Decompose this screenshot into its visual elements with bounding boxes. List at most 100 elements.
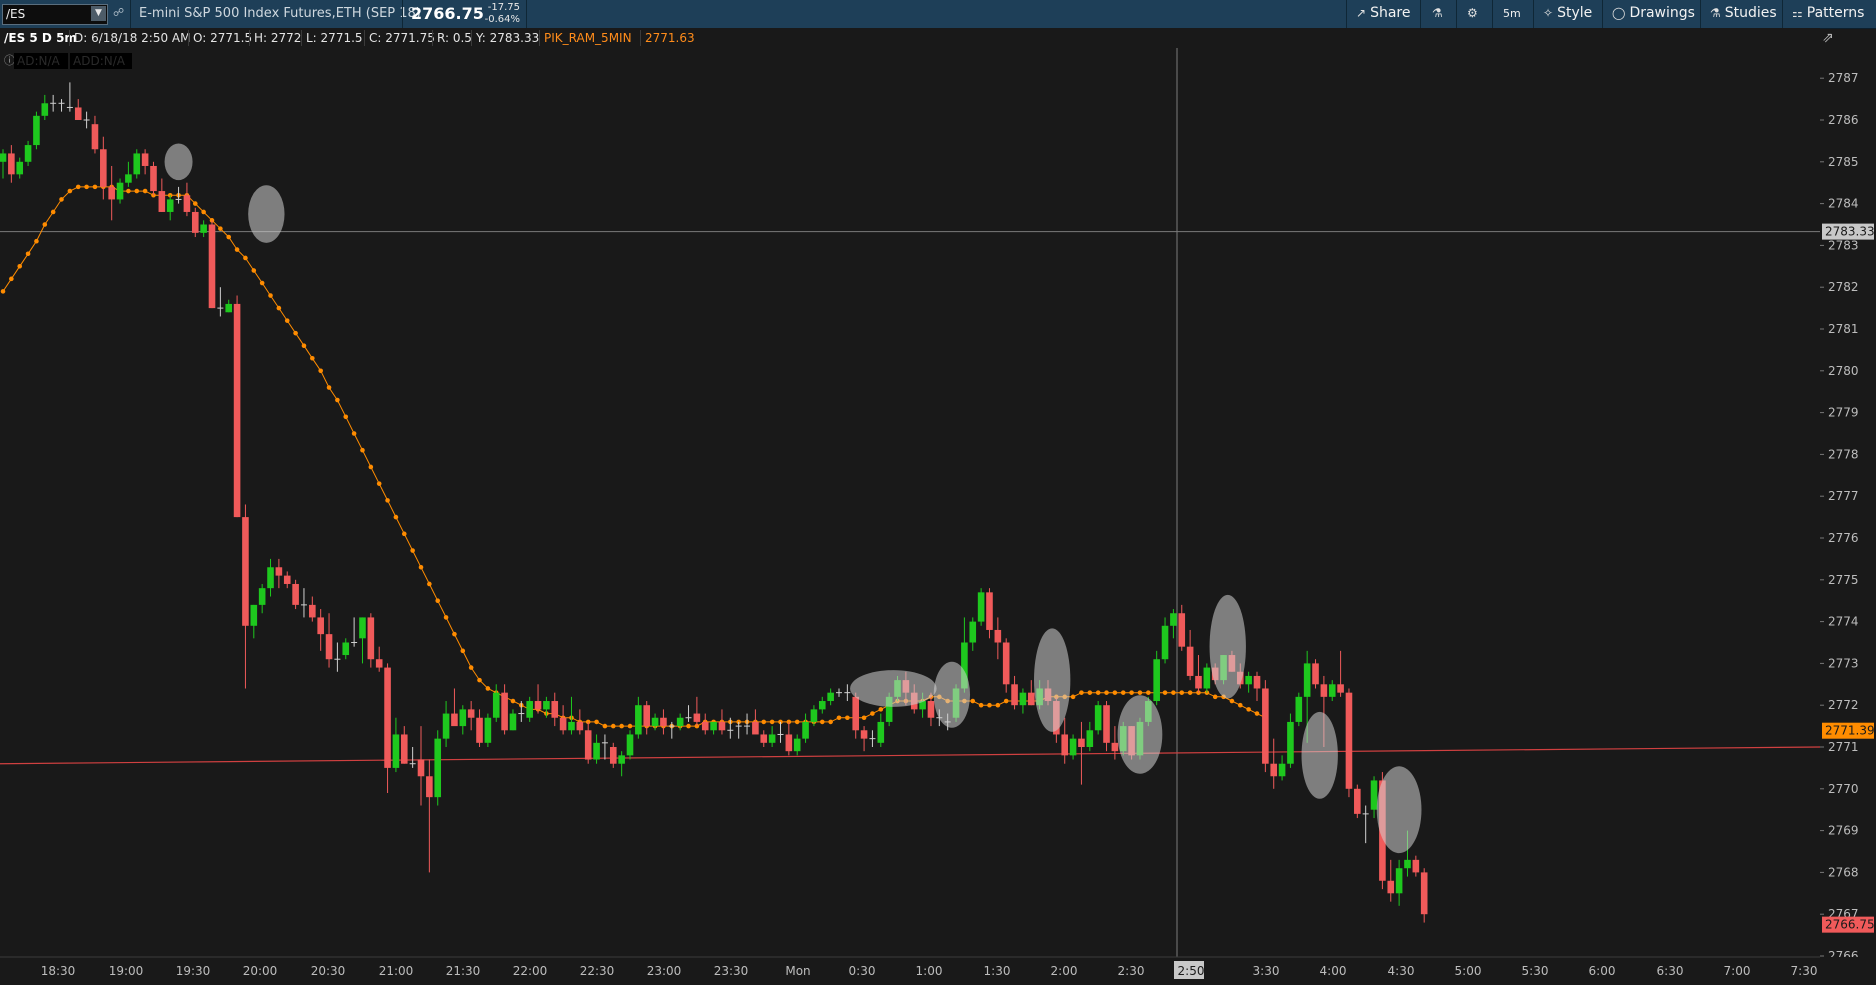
- price-axis[interactable]: 2766276727682769277027712772277327742775…: [1820, 48, 1876, 963]
- price-tick-label: 2785: [1828, 155, 1859, 169]
- study-point: [819, 719, 825, 725]
- plot-area: [0, 48, 1820, 957]
- study-point: [226, 234, 232, 240]
- candle-body: [626, 734, 634, 756]
- candle-body: [1312, 663, 1319, 685]
- study-point: [259, 280, 265, 286]
- candle: [1295, 692, 1303, 727]
- candle-body: [752, 721, 759, 735]
- study-point: [134, 188, 140, 194]
- highlight-ellipse[interactable]: [248, 185, 285, 243]
- candle-body: [191, 211, 199, 233]
- time-tick-label: 23:30: [714, 964, 749, 978]
- candle-body: [768, 734, 776, 743]
- candle: [1312, 659, 1319, 689]
- time-axis[interactable]: 18:30 19:00 19:30 20:00 20:30 21:00 21:30 22:00…: [0, 956, 1876, 985]
- candle: [977, 588, 985, 626]
- highlight-ellipse[interactable]: [1301, 711, 1338, 799]
- candle-body: [426, 776, 433, 798]
- candle: [233, 295, 241, 518]
- price-tick-label: 2784: [1828, 197, 1859, 211]
- study-point: [401, 531, 407, 537]
- candle-body: [183, 195, 191, 212]
- study-point: [1137, 690, 1143, 695]
- study-point: [468, 665, 474, 670]
- candle-body: [267, 567, 274, 589]
- candle-body: [325, 634, 333, 660]
- study-point: [0, 289, 6, 294]
- study-price-label: 2771.39: [1822, 722, 1875, 739]
- candle-body: [977, 592, 985, 622]
- candle-body: [492, 692, 500, 718]
- study-point: [878, 707, 884, 712]
- study-point: [452, 631, 457, 637]
- highlight-ellipse[interactable]: [850, 670, 937, 707]
- ad-label: AD:N/A: [17, 54, 61, 68]
- study-point: [485, 686, 491, 691]
- candle-body: [576, 721, 584, 731]
- time-tick-label: 21:00: [379, 964, 414, 978]
- study-price-label-text: 2771.39: [1825, 724, 1875, 738]
- study-point: [477, 677, 482, 683]
- candle-body: [1002, 642, 1010, 685]
- candle-body: [1420, 872, 1428, 915]
- candle-body: [125, 174, 132, 183]
- candle-body: [651, 717, 659, 727]
- time-tick-label: 23:00: [647, 964, 682, 978]
- study-point: [351, 431, 357, 436]
- highlight-ellipse[interactable]: [933, 661, 971, 728]
- last-price-label-text: 2766.75: [1825, 918, 1875, 932]
- candle-body: [400, 734, 408, 764]
- study-point: [435, 598, 441, 603]
- candle-body: [1203, 667, 1211, 689]
- info-icon[interactable]: ⓘ: [4, 54, 15, 67]
- time-tick-label: 20:30: [311, 964, 346, 978]
- candle-body: [392, 734, 400, 768]
- study-point: [360, 447, 365, 453]
- candle: [626, 730, 634, 760]
- candle-body: [1086, 730, 1094, 747]
- study-point: [42, 222, 48, 227]
- candle-body: [643, 705, 651, 727]
- candle: [1354, 784, 1361, 819]
- candle-body: [8, 153, 15, 175]
- time-tick-label: 22:30: [580, 964, 615, 978]
- study-point: [1112, 690, 1118, 695]
- candle-body: [24, 145, 32, 162]
- highlight-ellipse[interactable]: [1117, 695, 1163, 774]
- candle: [150, 161, 157, 196]
- study-point: [769, 719, 775, 725]
- study-point: [326, 385, 332, 390]
- candle-body: [1186, 646, 1194, 676]
- highlight-ellipse[interactable]: [164, 143, 193, 181]
- candle-body: [1337, 684, 1344, 693]
- candle-body: [208, 224, 216, 309]
- candle-body: [1253, 675, 1261, 689]
- candle-body: [1061, 734, 1069, 756]
- collapse-icon[interactable]: ⇗: [1822, 30, 1834, 46]
- candle-body: [108, 186, 115, 200]
- highlight-ellipse[interactable]: [1034, 628, 1071, 732]
- time-tick-label: 4:00: [1320, 964, 1347, 978]
- study-point: [602, 723, 608, 729]
- candle-body: [1404, 859, 1411, 869]
- price-chart[interactable]: 2766276727682769277027712772277327742775…: [0, 0, 1876, 985]
- study-point: [1070, 694, 1076, 700]
- crosshair-time-text: 2:50: [1178, 964, 1205, 978]
- study-point: [368, 464, 374, 470]
- study-point: [59, 197, 64, 202]
- candle-body: [1153, 659, 1160, 702]
- candle-body: [509, 713, 517, 731]
- study-point: [192, 201, 198, 206]
- study-point: [34, 238, 39, 244]
- candle-body: [1195, 675, 1202, 689]
- candle-body: [760, 734, 768, 743]
- candle-body: [166, 199, 174, 212]
- time-tick-label: 19:00: [109, 964, 144, 978]
- price-tick-label: 2770: [1828, 782, 1859, 796]
- highlight-ellipse[interactable]: [1209, 594, 1246, 699]
- candle: [191, 207, 199, 238]
- study-point: [50, 209, 56, 215]
- candle-body: [1395, 868, 1403, 894]
- highlight-ellipse[interactable]: [1376, 766, 1422, 854]
